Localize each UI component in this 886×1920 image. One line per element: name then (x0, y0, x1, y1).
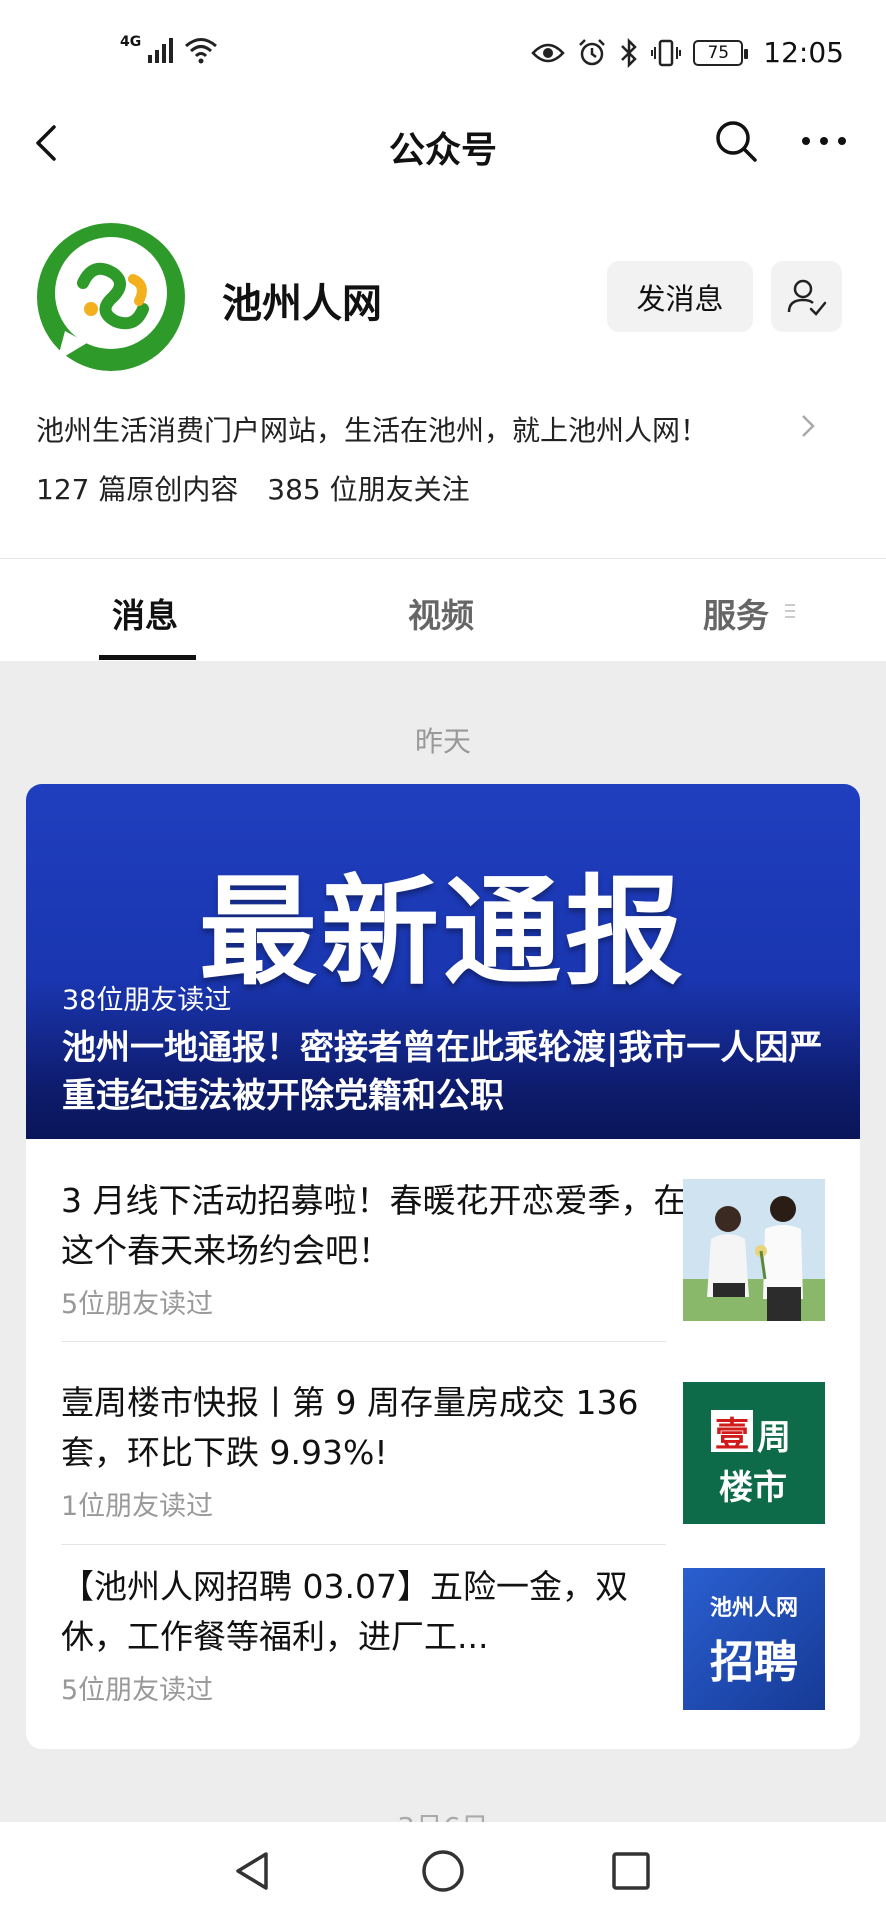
thumb-brand-text: 池州人网 (709, 1595, 798, 1621)
bluetooth-icon (621, 37, 638, 68)
list-item[interactable]: 【池州人网招聘 03.07】五险一金，双休，工作餐等福利，进厂工... 5位朋友… (61, 1562, 691, 1707)
tab-videos[interactable]: 视频 (408, 589, 474, 637)
tab-messages[interactable]: 消息 (112, 589, 178, 637)
thumb-recruit-text: 招聘 (710, 1637, 798, 1688)
list-item[interactable]: 壹周楼市快报丨第 9 周存量房成交 136 套，环比下跌 9.93%! 1位朋友… (61, 1378, 691, 1523)
article-thumbnail[interactable] (683, 1179, 825, 1321)
nav-back-triangle-icon[interactable] (230, 1848, 276, 1894)
alarm-icon (579, 38, 606, 65)
user-check-icon (787, 279, 826, 316)
clock: 12:05 (763, 36, 844, 69)
search-icon[interactable] (712, 117, 760, 165)
article-read-count: 1位朋友读过 (61, 1491, 214, 1522)
hero-read-count: 38位朋友读过 (62, 985, 232, 1016)
article-read-count: 5位朋友读过 (61, 1675, 214, 1706)
follower-count: 385 位朋友关注 (267, 473, 470, 506)
tab-bar: 消息 视频 服务 (0, 558, 886, 661)
divider (61, 1544, 666, 1545)
hero-article[interactable]: 最新通报 38位朋友读过 池州一地通报！密接者曾在此乘轮渡|我市一人因严重违纪违… (26, 784, 860, 1139)
chevron-right-icon[interactable] (798, 411, 818, 441)
article-group-card: 最新通报 38位朋友读过 池州一地通报！密接者曾在此乘轮渡|我市一人因严重违纪违… (26, 784, 860, 1749)
date-label: 昨天 (414, 725, 471, 758)
eye-icon (531, 43, 566, 62)
account-name: 池州人网 (222, 281, 382, 327)
article-title: 壹周楼市快报丨第 9 周存量房成交 136 套，环比下跌 9.93%! (61, 1383, 639, 1472)
article-read-count: 5位朋友读过 (61, 1289, 214, 1320)
status-right: 75 12:05 (531, 36, 844, 69)
article-thumbnail[interactable]: 池州人网 招聘 (683, 1568, 825, 1710)
wifi-icon (185, 38, 218, 64)
status-left: 4G (120, 34, 219, 64)
thumb-text-3: 楼市 (719, 1468, 787, 1508)
battery-indicator: 75 (693, 39, 749, 66)
thumb-char-2: 周 (757, 1418, 791, 1458)
nav-home-icon[interactable] (420, 1848, 466, 1894)
status-bar: 4G 75 12:05 (0, 0, 886, 105)
signal-icon (148, 38, 174, 63)
system-navigation-bar (0, 1822, 886, 1920)
navbar: 公众号 (0, 105, 886, 183)
article-thumbnail[interactable]: 壹 周 楼市 (683, 1382, 825, 1524)
article-title: 【池州人网招聘 03.07】五险一金，双休，工作餐等福利，进厂工... (61, 1567, 628, 1656)
tab-active-indicator (99, 655, 196, 660)
account-profile: 池州人网 发消息 池州生活消费门户网站，生活在池州，就上池州人网！ 127 篇原… (0, 183, 886, 558)
account-logo[interactable] (35, 221, 187, 373)
follow-button[interactable] (771, 261, 842, 332)
network-type: 4G (120, 34, 142, 50)
menu-icon[interactable] (783, 601, 797, 621)
more-icon[interactable] (796, 117, 852, 165)
thumb-char-1: 壹 (711, 1410, 753, 1455)
send-message-button[interactable]: 发消息 (607, 261, 753, 332)
account-description[interactable]: 池州生活消费门户网站，生活在池州，就上池州人网！ (36, 409, 708, 449)
article-title: 3 月线下活动招募啦！春暖花开恋爱季，在这个春天来场约会吧！ (61, 1181, 687, 1270)
account-stats: 127 篇原创内容 385 位朋友关注 (36, 468, 470, 508)
list-item[interactable]: 3 月线下活动招募啦！春暖花开恋爱季，在这个春天来场约会吧！ 5位朋友读过 (61, 1176, 691, 1321)
divider (61, 1341, 666, 1342)
hero-title: 池州一地通报！密接者曾在此乘轮渡|我市一人因严重违纪违法被开除党籍和公职 (62, 1028, 823, 1116)
vibrate-icon (651, 39, 682, 66)
original-count: 127 篇原创内容 (36, 473, 239, 506)
nav-recents-icon[interactable] (608, 1848, 654, 1894)
tab-services[interactable]: 服务 (703, 589, 769, 637)
